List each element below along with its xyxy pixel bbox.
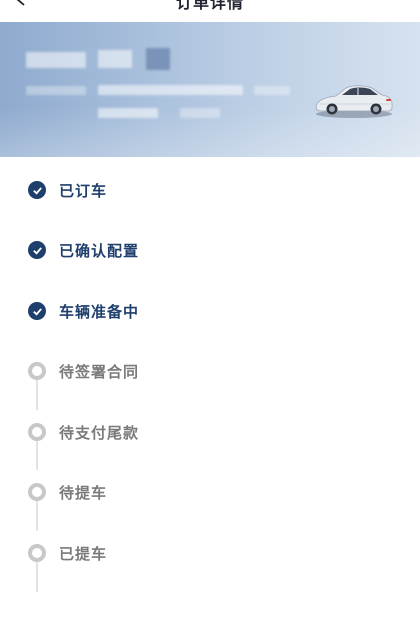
empty-circle-icon: [28, 544, 46, 562]
check-circle-icon: [28, 241, 46, 259]
step-label: 待签署合同: [59, 362, 140, 381]
timeline-step-await-pickup: 待提车: [28, 482, 107, 502]
blurred-text: [26, 52, 86, 68]
step-label: 待支付尾款: [59, 423, 140, 442]
blurred-text: [254, 86, 290, 95]
order-banner: [0, 22, 420, 157]
empty-circle-icon: [28, 362, 46, 380]
blurred-text: [180, 108, 220, 118]
check-circle-icon: [28, 181, 46, 199]
step-label: 已订车: [59, 181, 108, 200]
check-circle-icon: [28, 302, 46, 320]
sedan-car-image: [315, 85, 393, 118]
timeline-step-picked-up: 已提车: [28, 543, 107, 563]
step-label: 已提车: [59, 544, 108, 563]
blurred-text: [146, 48, 170, 70]
timeline-step-ordered: 已订车: [28, 180, 107, 200]
blurred-text: [26, 86, 86, 95]
blurred-text: [98, 85, 243, 95]
blurred-text: [98, 50, 132, 68]
top-nav-bar: 订单详情: [0, 0, 420, 22]
timeline-step-config-confirmed: 已确认配置: [28, 240, 139, 260]
step-label: 车辆准备中: [59, 302, 140, 321]
page-title: 订单详情: [175, 0, 244, 12]
step-label: 待提车: [59, 483, 108, 502]
timeline-step-final-payment: 待支付尾款: [28, 422, 139, 442]
timeline-step-vehicle-preparing: 车辆准备中: [28, 301, 139, 321]
step-label: 已确认配置: [59, 241, 140, 260]
empty-circle-icon: [28, 483, 46, 501]
timeline-step-sign-contract: 待签署合同: [28, 361, 139, 381]
blurred-text: [98, 108, 158, 118]
empty-circle-icon: [28, 423, 46, 441]
